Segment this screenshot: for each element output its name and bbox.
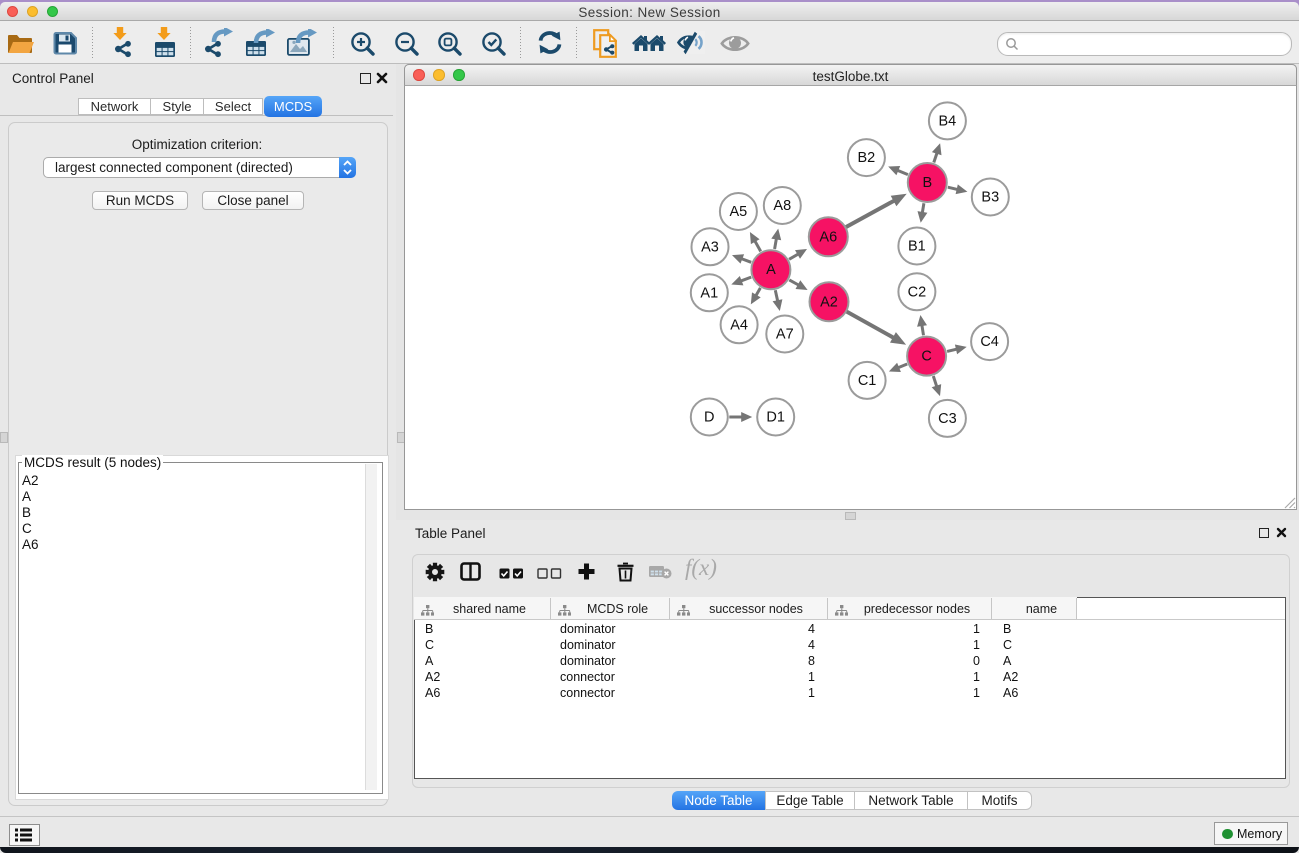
svg-text:A1: A1 (700, 285, 718, 301)
svg-text:D1: D1 (766, 410, 785, 426)
svg-text:A3: A3 (701, 239, 719, 255)
svg-text:A6: A6 (819, 229, 837, 245)
svg-text:B: B (922, 175, 932, 191)
svg-text:C: C (921, 349, 931, 365)
svg-text:B3: B3 (981, 190, 999, 206)
svg-text:C3: C3 (938, 411, 957, 427)
svg-text:B4: B4 (939, 113, 957, 129)
svg-text:D: D (704, 410, 714, 426)
svg-text:A8: A8 (773, 198, 791, 214)
svg-text:A5: A5 (730, 204, 748, 220)
svg-text:A: A (766, 262, 776, 278)
svg-text:C4: C4 (980, 334, 999, 350)
svg-text:B1: B1 (908, 239, 926, 255)
svg-text:A7: A7 (776, 327, 794, 343)
svg-text:A2: A2 (820, 294, 838, 310)
svg-text:C2: C2 (908, 284, 927, 300)
svg-text:A4: A4 (730, 317, 748, 333)
svg-text:B2: B2 (858, 150, 876, 166)
svg-text:C1: C1 (858, 373, 877, 389)
